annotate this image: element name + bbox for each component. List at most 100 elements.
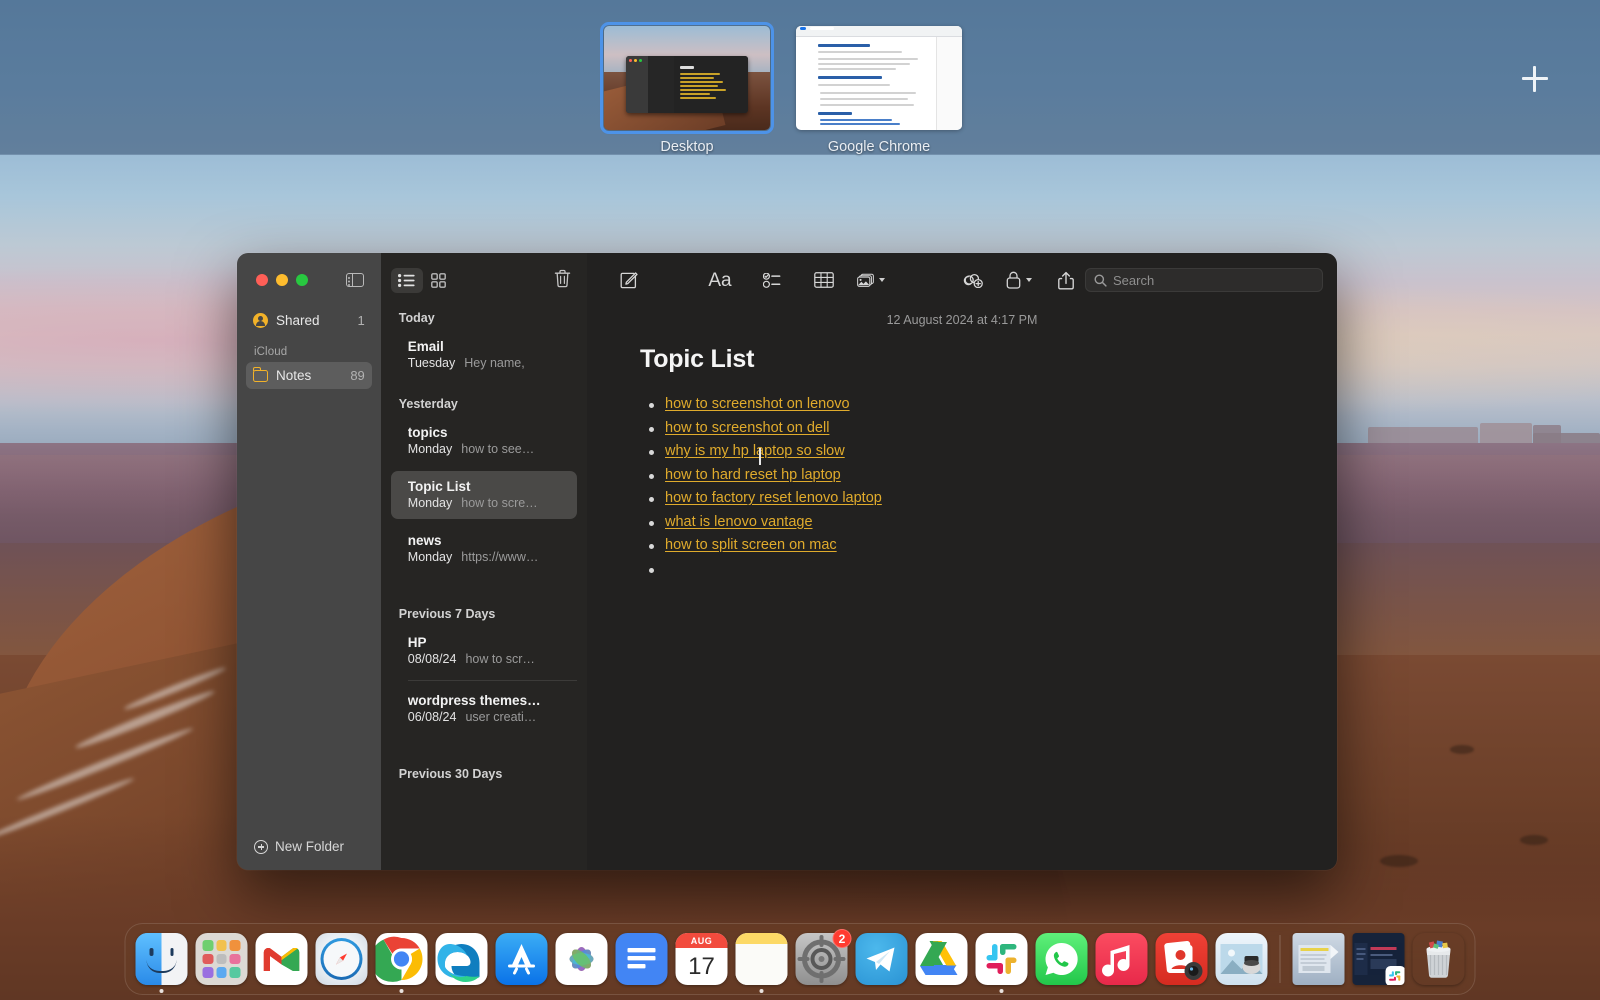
dock-item-preview[interactable] [1214,931,1270,987]
note-list-item[interactable]: wordpress themes… 06/08/24 user creati… [391,685,577,733]
search-input[interactable]: Search [1085,268,1323,292]
dock-item-photos[interactable] [554,931,610,987]
dock-item-gmail[interactable] [254,931,310,987]
dock-item-edge[interactable] [434,931,490,987]
lock-icon[interactable] [1005,266,1033,294]
google-docs-icon [616,933,668,985]
new-folder-button[interactable]: New Folder [237,839,381,870]
topic-list-item[interactable]: how to hard reset hp laptop [665,467,1297,486]
google-drive-icon [916,933,968,985]
trash-icon[interactable] [554,269,571,291]
dock-item-whatsapp[interactable] [1034,931,1090,987]
edge-glyph [436,933,488,985]
dock-item-appstore[interactable] [494,931,550,987]
topic-link[interactable]: how to screenshot on lenovo [665,396,850,412]
sidebar-item-shared[interactable]: Shared 1 [246,307,372,334]
zoom-button[interactable] [296,274,308,286]
desktop-thumbnail[interactable] [604,26,770,130]
topic-list-item[interactable]: how to split screen on mac [665,537,1297,556]
gallery-view-icon[interactable] [423,268,455,293]
docs-lines-glyph [616,933,668,985]
topic-list-item[interactable]: how to screenshot on dell [665,420,1297,439]
add-collaborator-icon[interactable] [953,266,991,294]
sidebar-item-label: Shared [276,313,350,328]
list-view-icon[interactable] [391,268,423,293]
finder-icon [136,933,188,985]
chevron-down-icon [879,278,885,282]
telegram-icon [856,933,908,985]
preview-icon [1216,933,1268,985]
dock-item-safari[interactable] [314,931,370,987]
downloads-folder-icon [1293,933,1345,985]
format-Aa-icon[interactable]: Aa [701,266,739,294]
topic-link[interactable]: how to hard reset hp laptop [665,467,841,483]
share-icon[interactable] [1047,266,1085,294]
thumbnail-doc-sidebar [936,37,962,130]
gmail-icon [256,933,308,985]
topic-list-item[interactable]: what is lenovo vantage [665,514,1297,533]
space-tile-desktop[interactable]: Desktop [604,26,770,130]
dock-item-telegram[interactable] [854,931,910,987]
dock-item-system-settings[interactable]: 2 [794,931,850,987]
music-icon [1096,933,1148,985]
plus-icon[interactable] [1522,66,1548,92]
topic-bullet-list[interactable]: how to screenshot on lenovo how to scree… [665,396,1297,580]
table-icon[interactable] [805,266,843,294]
thumbnail-note-lines [680,73,726,101]
trash-glyph [554,269,571,288]
topic-link[interactable]: how to split screen on mac [665,537,837,553]
topic-list-item-empty[interactable] [665,561,1297,580]
dock-item-chrome[interactable] [374,931,430,987]
minimize-button[interactable] [276,274,288,286]
dock-item-trash[interactable] [1411,931,1467,987]
dock-item-slack[interactable] [974,931,1030,987]
topic-link[interactable]: what is lenovo vantage [665,514,813,530]
dock-item-minimized-window[interactable] [1351,931,1407,987]
note-snippet: how to see… [461,442,534,456]
note-list-item[interactable]: Email Tuesday Hey name, [391,331,577,379]
folder-icon [253,370,268,382]
compose-note-icon[interactable] [609,266,647,294]
checklist-icon[interactable] [753,266,791,294]
dock-item-google-docs[interactable] [614,931,670,987]
chrome-window-thumbnail[interactable] [796,26,962,130]
note-title: HP [408,635,567,650]
topic-link[interactable]: why is my hp laptop so slow [665,443,845,459]
compose-glyph [619,271,638,290]
dock-item-photo-booth[interactable] [1154,931,1210,987]
dock-item-music[interactable] [1094,931,1150,987]
search-placeholder: Search [1113,273,1154,288]
thumbnail-traffic-lights [629,59,642,62]
dock-item-launchpad[interactable] [194,931,250,987]
notes-list-scroll[interactable]: Today Email Tuesday Hey name, Yesterday … [381,307,587,870]
dock: AUG 17 2 [125,923,1476,995]
photos-flower-glyph [556,933,608,985]
note-list-item[interactable]: topics Monday how to see… [391,417,577,465]
topic-list-item[interactable]: how to screenshot on lenovo [665,396,1297,415]
wallpaper-shrub [1380,855,1418,867]
note-list-item-selected[interactable]: Topic List Monday how to scre… [391,471,577,519]
dock-item-downloads-folder[interactable] [1291,931,1347,987]
sidebar-item-notes[interactable]: Notes 89 [246,362,372,389]
dock-item-finder[interactable] [134,931,190,987]
lock-glyph [1006,271,1021,289]
topic-link[interactable]: how to screenshot on dell [665,420,829,436]
note-list-item[interactable]: HP 08/08/24 how to scr… [391,627,577,675]
note-content-area[interactable]: 12 August 2024 at 4:17 PM Topic List how… [587,307,1337,870]
dock-item-notes[interactable] [734,931,790,987]
note-list-item[interactable]: news Monday https://www… [391,525,577,573]
close-button[interactable] [256,274,268,286]
dock-item-calendar[interactable]: AUG 17 [674,931,730,987]
topic-link[interactable]: how to factory reset lenovo laptop [665,490,882,506]
space-tile-google-chrome[interactable]: Google Chrome [796,26,962,130]
dock-item-google-drive[interactable] [914,931,970,987]
appstore-icon [496,933,548,985]
note-date: Monday [408,442,452,456]
running-indicator [400,989,404,993]
sidebar-item-count: 1 [358,313,365,328]
sidebar-toggle-icon[interactable] [346,273,364,287]
plus-circle-icon [254,840,268,854]
note-group-heading: Previous 30 Days [381,733,587,787]
media-photo-icon[interactable] [857,266,885,294]
topic-list-item[interactable]: how to factory reset lenovo laptop [665,490,1297,509]
